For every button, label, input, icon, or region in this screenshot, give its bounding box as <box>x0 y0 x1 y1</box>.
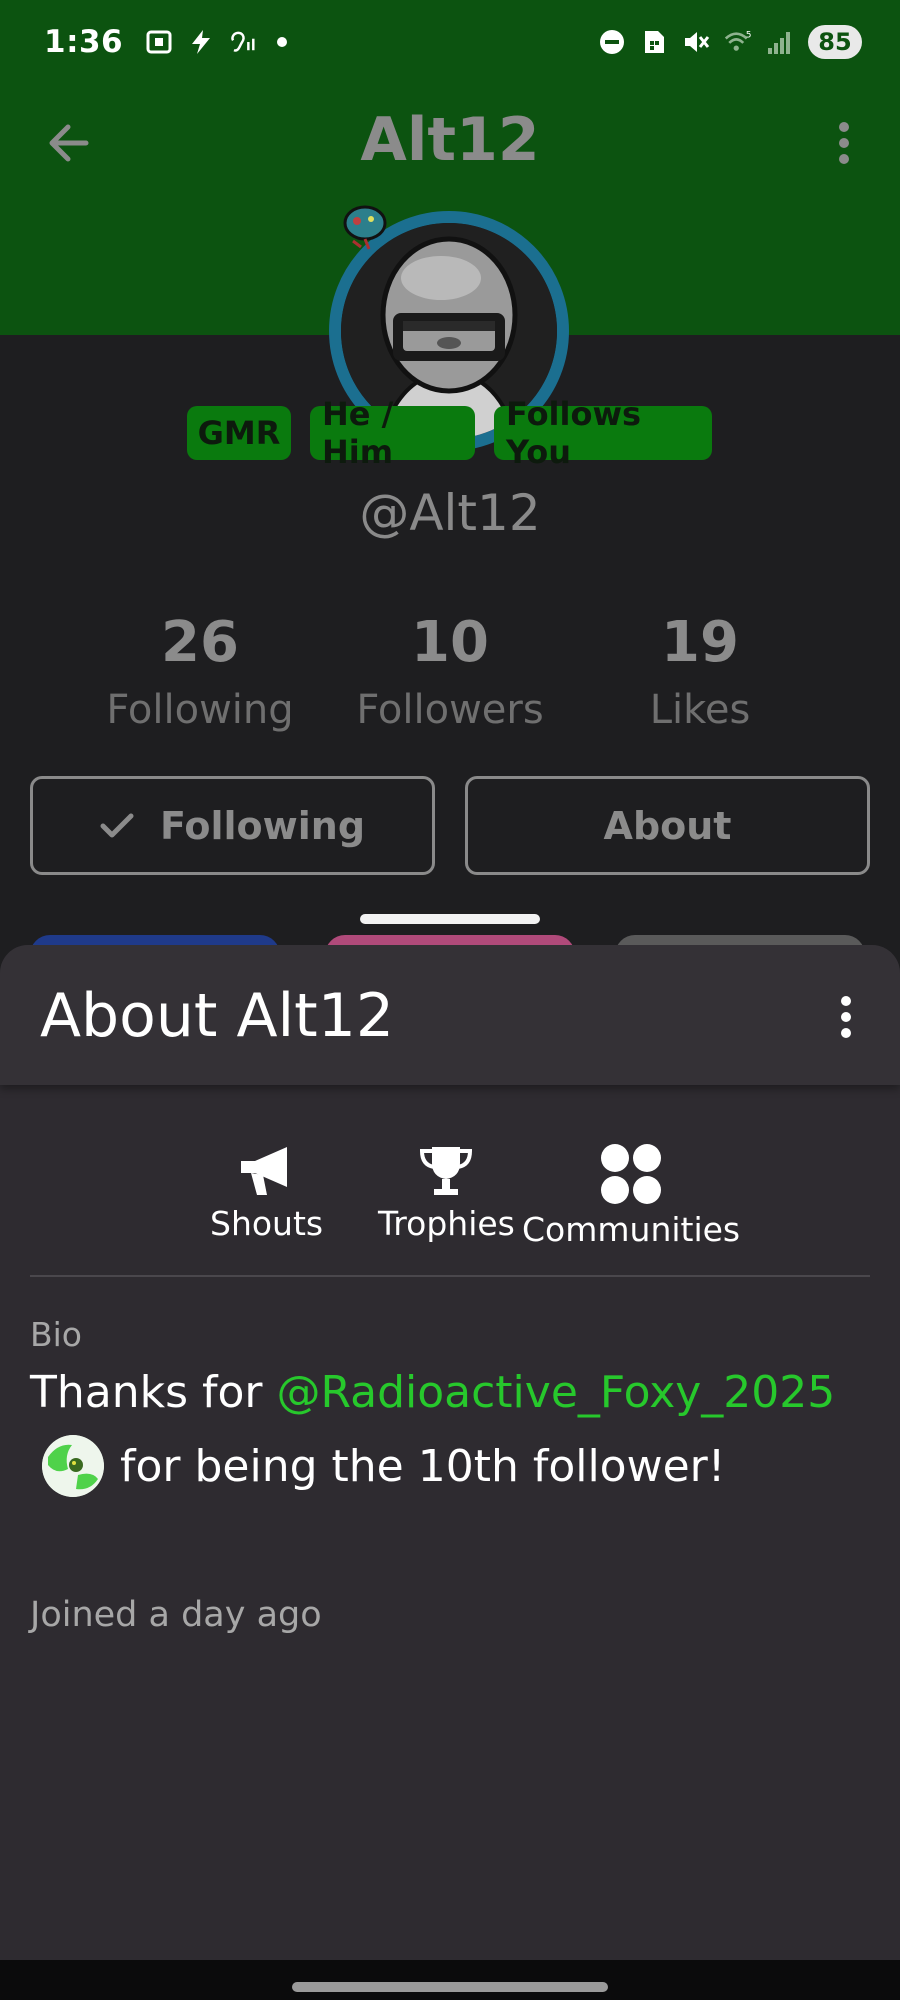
status-time: 1:36 <box>44 24 124 60</box>
more-options-button[interactable] <box>814 113 874 173</box>
home-gesture-handle[interactable] <box>292 1982 608 1992</box>
system-nav-bar <box>0 1960 900 2000</box>
tab-communities-label: Communities <box>522 1210 741 1249</box>
wifi-icon: 5 <box>724 28 752 56</box>
about-sheet: About Alt12 Shouts Trophies Communities … <box>0 945 900 1960</box>
battery-indicator: 85 <box>808 25 862 59</box>
sim-icon <box>640 28 668 56</box>
game-controller-icon <box>343 205 387 250</box>
bio-text-line-2: for being the 10th follower! <box>42 1435 725 1497</box>
about-button[interactable]: About <box>465 776 870 875</box>
tab-shouts[interactable]: Shouts <box>210 1140 323 1243</box>
about-button-label: About <box>603 803 732 848</box>
stat-likes-label: Likes <box>649 687 751 733</box>
tab-trophies[interactable]: Trophies <box>378 1140 515 1243</box>
notification-dot-icon <box>277 37 288 47</box>
following-button-label: Following <box>159 803 366 848</box>
stat-followers-value: 10 <box>411 610 489 675</box>
mute-icon <box>682 28 710 56</box>
megaphone-icon <box>232 1140 302 1202</box>
bio-suffix: for being the 10th follower! <box>120 1440 726 1492</box>
kebab-menu-icon <box>841 996 851 1038</box>
mention-avatar[interactable] <box>42 1435 104 1497</box>
do-not-disturb-icon <box>598 28 626 56</box>
bio-prefix: Thanks for <box>30 1367 277 1418</box>
screenshot-icon <box>145 28 173 56</box>
page-title: Alt12 <box>360 105 540 175</box>
stat-likes-value: 19 <box>661 610 739 675</box>
flash-icon <box>187 28 215 56</box>
stat-following-value: 26 <box>161 610 239 675</box>
svg-text:5: 5 <box>746 31 752 41</box>
kebab-menu-icon <box>839 122 849 164</box>
user-avatar-icon <box>42 1435 104 1497</box>
joined-date: Joined a day ago <box>30 1595 322 1635</box>
badge-gmr: GMR <box>187 406 291 460</box>
checkmark-icon <box>100 813 134 837</box>
sheet-header: About Alt12 <box>0 945 900 1085</box>
bio-label: Bio <box>30 1315 82 1354</box>
bio-mention-link[interactable]: @Radioactive_Foxy_2025 <box>277 1367 836 1418</box>
tab-trophies-label: Trophies <box>378 1204 515 1243</box>
trophy-icon <box>411 1140 481 1202</box>
signal-icon <box>766 28 794 56</box>
bio-text: Thanks for @Radioactive_Foxy_2025 <box>30 1367 835 1418</box>
stat-likes[interactable]: 19 Likes <box>575 610 825 733</box>
top-app-bar: Alt12 <box>0 95 900 185</box>
badge-pronouns: He / Him <box>310 395 475 471</box>
stat-following-label: Following <box>106 687 294 733</box>
stat-followers-label: Followers <box>356 687 544 733</box>
stat-following[interactable]: 26 Following <box>75 610 325 733</box>
following-button[interactable]: Following <box>30 776 435 875</box>
communities-icon <box>596 1140 666 1208</box>
profile-handle: @Alt12 <box>359 484 541 542</box>
profile-badges: GMR He / Him Follows You <box>0 395 900 471</box>
badge-follows-you: Follows You <box>494 395 712 471</box>
tab-shouts-label: Shouts <box>210 1204 324 1243</box>
status-bar: 1:36 5 85 <box>0 0 900 84</box>
divider <box>30 1275 870 1277</box>
sheet-more-button[interactable] <box>816 987 876 1047</box>
stat-followers[interactable]: 10 Followers <box>325 610 575 733</box>
tab-communities[interactable]: Communities <box>522 1140 740 1249</box>
sheet-drag-handle[interactable] <box>360 914 540 924</box>
profile-screen: 1:36 5 85 Alt12 GMR He / Him Follows You… <box>0 0 900 2000</box>
about-tabs: Shouts Trophies Communities <box>0 1140 900 1260</box>
hearing-icon <box>229 28 257 56</box>
sheet-title: About Alt12 <box>40 981 395 1051</box>
